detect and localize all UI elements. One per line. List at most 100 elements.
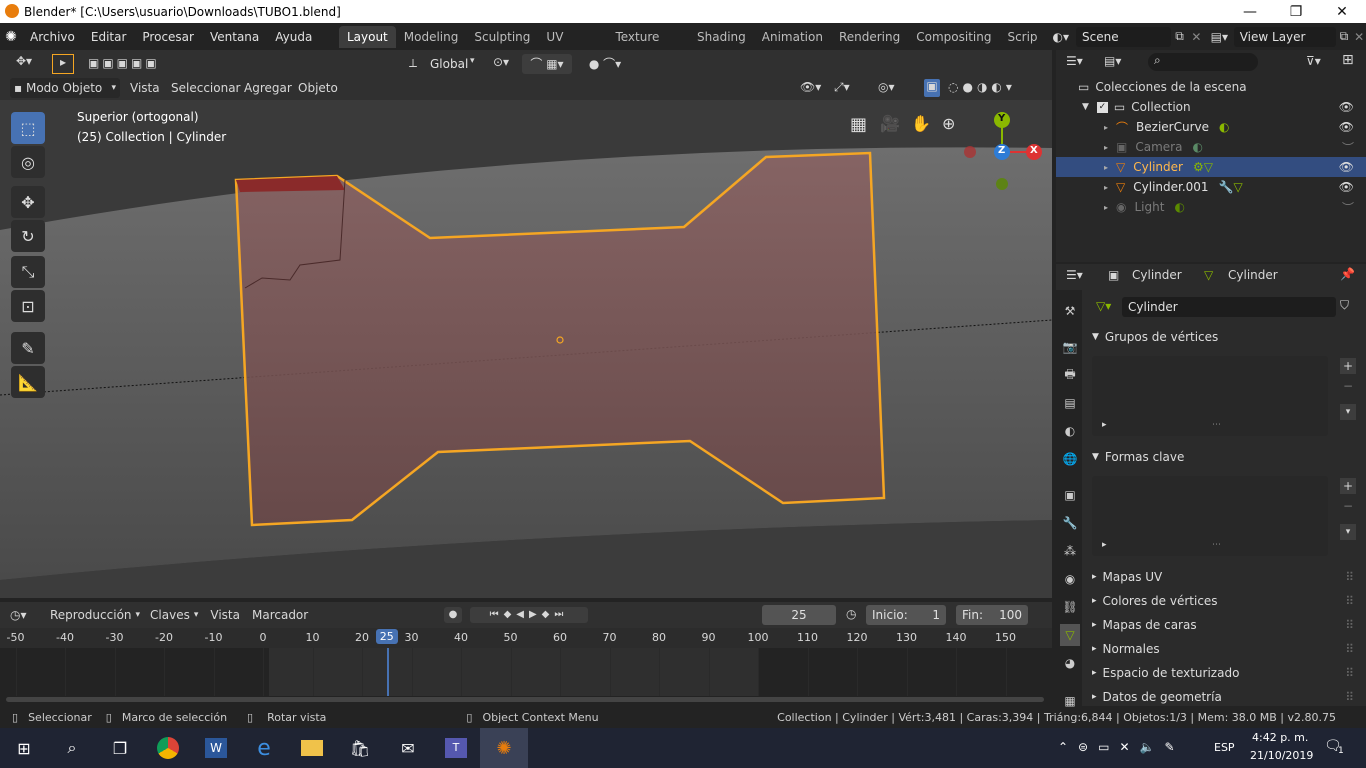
current-frame-field[interactable]: 25: [762, 605, 836, 625]
remove-vertex-group-button[interactable]: −: [1340, 378, 1356, 394]
camera-data-icon[interactable]: ◐: [1192, 140, 1202, 154]
annotate-tool[interactable]: ✎: [11, 332, 45, 364]
panel-shape-keys[interactable]: ▼ Formas clave: [1090, 446, 1366, 468]
list-expand-icon[interactable]: ▸: [1102, 420, 1107, 430]
maximize-button[interactable]: ❐: [1273, 0, 1319, 23]
list-expand-icon[interactable]: ▸: [1102, 540, 1107, 550]
menu-vista-timeline[interactable]: Vista: [210, 608, 240, 622]
proportional-edit-icon[interactable]: ● ⌒▾: [580, 54, 630, 74]
checkbox-icon[interactable]: ✓: [1096, 101, 1108, 113]
drag-handle-icon[interactable]: ⠿: [1345, 642, 1354, 656]
selection-mode-icons[interactable]: ▣▣▣▣▣: [88, 56, 184, 72]
panel-espacio-de-texturizado[interactable]: ▸ Espacio de texturizado ⠿: [1090, 662, 1366, 684]
tool-tab-icon[interactable]: ⚒: [1060, 300, 1080, 322]
constraints-tab-icon[interactable]: ⛓: [1060, 596, 1080, 618]
record-button[interactable]: ●: [444, 607, 462, 623]
tab-layout[interactable]: Layout: [338, 25, 396, 48]
panel-vertex-groups[interactable]: ▼ Grupos de vértices: [1090, 326, 1366, 348]
mesh-data-icon[interactable]: 🔧▽: [1219, 180, 1243, 194]
expand-arrow-icon[interactable]: ▸: [1104, 143, 1108, 152]
expand-arrow-icon[interactable]: ▸: [1104, 203, 1108, 212]
minimize-button[interactable]: —: [1227, 0, 1273, 23]
menu-procesar[interactable]: Procesar: [134, 30, 202, 44]
panel-colores-de-v-rtices[interactable]: ▸ Colores de vértices ⠿: [1090, 590, 1366, 612]
timeline-area[interactable]: -50 -40 -30 -20 -10 0 10 20 25 30 40 50 60 70 80 90 100 1…: [0, 628, 1052, 706]
menu-claves[interactable]: Claves: [150, 608, 190, 622]
menu-editar[interactable]: Editar: [83, 30, 135, 44]
list-resize-handle[interactable]: ⋯: [1212, 420, 1221, 430]
scene-close-icon[interactable]: ✕: [1188, 30, 1205, 44]
scene-copy-icon[interactable]: ⧉: [1171, 29, 1188, 44]
new-collection-icon[interactable]: ⊞: [1342, 52, 1354, 68]
end-frame-field[interactable]: Fin: 100: [956, 605, 1028, 625]
teams-icon[interactable]: T: [432, 728, 480, 768]
view-layer-field[interactable]: View Layer: [1233, 26, 1336, 47]
light-data-icon[interactable]: ◐: [1174, 200, 1184, 214]
eye-closed-icon[interactable]: ︶: [1342, 139, 1354, 156]
panel-normales[interactable]: ▸ Normales ⠿: [1090, 638, 1366, 660]
editor-type-icon[interactable]: ✥▾: [10, 54, 38, 74]
timeline-scrollbar[interactable]: [6, 697, 1044, 702]
drag-handle-icon[interactable]: ⠿: [1345, 618, 1354, 632]
drag-handle-icon[interactable]: ⠿: [1345, 666, 1354, 680]
filter-icon[interactable]: ⊽▾: [1306, 54, 1321, 68]
xray-toggle-icon[interactable]: ▣: [924, 79, 940, 97]
eye-icon[interactable]: 👁: [1339, 160, 1354, 174]
tab-animation[interactable]: Animation: [754, 26, 831, 48]
pan-hand-icon[interactable]: ✋: [911, 114, 931, 133]
mesh-name-field[interactable]: Cylinder: [1122, 297, 1336, 317]
outliner-item-cylinder[interactable]: ▸ ▽ Cylinder ⚙▽ 👁: [1056, 157, 1366, 177]
physics-tab-icon[interactable]: ◉: [1060, 568, 1080, 590]
outliner-item-light[interactable]: ▸ ◉ Light ◐ ︶: [1056, 197, 1366, 217]
tab-rendering[interactable]: Rendering: [831, 26, 908, 48]
expand-arrow-icon[interactable]: ▸: [1104, 163, 1108, 172]
playhead-line[interactable]: [387, 648, 389, 696]
scale-tool[interactable]: ⤡: [11, 256, 45, 288]
menu-marcador[interactable]: Marcador: [252, 608, 308, 622]
eye-icon[interactable]: 👁: [1339, 100, 1354, 114]
menu-ventana[interactable]: Ventana: [202, 30, 267, 44]
scene-field[interactable]: Scene: [1076, 26, 1172, 47]
rotate-tool[interactable]: ↻: [11, 220, 45, 252]
outliner-editor-icon[interactable]: ☰▾: [1066, 54, 1083, 68]
particles-tab-icon[interactable]: ⁂: [1060, 540, 1080, 562]
view-layer-icon[interactable]: ▤▾: [1205, 30, 1234, 44]
eye-closed-icon[interactable]: ︶: [1342, 199, 1354, 216]
drag-handle-icon[interactable]: ⠿: [1345, 594, 1354, 608]
expand-arrow-icon[interactable]: ▸: [1104, 123, 1108, 132]
menu-agregar[interactable]: Agregar: [244, 81, 292, 95]
transform-tool[interactable]: ⊡: [11, 290, 45, 322]
properties-editor-icon[interactable]: ☰▾: [1066, 268, 1083, 282]
panel-datos-de-geometr-a[interactable]: ▸ Datos de geometría ⠿: [1090, 686, 1366, 708]
mail-icon[interactable]: ✉: [384, 728, 432, 768]
search-icon[interactable]: ⌕: [48, 728, 96, 768]
menu-seleccionar[interactable]: Seleccionar: [171, 81, 240, 95]
cursor-tool[interactable]: ◎: [11, 146, 45, 178]
add-vertex-group-button[interactable]: +: [1340, 358, 1356, 374]
world-tab-icon[interactable]: 🌐: [1060, 448, 1080, 470]
task-view-icon[interactable]: ❐: [96, 728, 144, 768]
measure-tool[interactable]: 📐: [11, 366, 45, 398]
tab-texture-paint[interactable]: Texture Paint: [607, 26, 689, 66]
edge-icon[interactable]: e: [240, 728, 288, 768]
tab-compositing[interactable]: Compositing: [908, 26, 999, 48]
select-box-tool[interactable]: ⬚: [11, 112, 45, 144]
eye-icon[interactable]: 👁: [1339, 180, 1354, 194]
timeline-editor-icon[interactable]: ◷▾: [10, 608, 40, 622]
file-explorer-icon[interactable]: [288, 728, 336, 768]
panel-mapas-uv[interactable]: ▸ Mapas UV ⠿: [1090, 566, 1366, 588]
vertex-group-menu-button[interactable]: ▾: [1340, 404, 1356, 420]
outliner-item-camera[interactable]: ▸ ▣ Camera ◐ ︶: [1056, 137, 1366, 157]
outliner-item-beziercurve[interactable]: ▸ ⌒ BezierCurve ◐ 👁: [1056, 117, 1366, 137]
windows-start-icon[interactable]: ⊞: [0, 728, 48, 768]
vertex-groups-list[interactable]: [1092, 356, 1328, 436]
object-tab-icon[interactable]: ▣: [1060, 484, 1080, 506]
camera-view-icon[interactable]: 🎥: [880, 114, 900, 133]
add-shape-key-button[interactable]: +: [1340, 478, 1356, 494]
menu-objeto[interactable]: Objeto: [298, 81, 338, 95]
material-tab-icon[interactable]: ◕: [1060, 652, 1080, 674]
blender-menu-icon[interactable]: ✺: [0, 29, 22, 45]
tab-modeling[interactable]: Modeling: [396, 26, 467, 48]
pivot-point-icon[interactable]: ⊙▾: [486, 55, 516, 69]
select-tool-icon[interactable]: ▸: [52, 54, 74, 74]
